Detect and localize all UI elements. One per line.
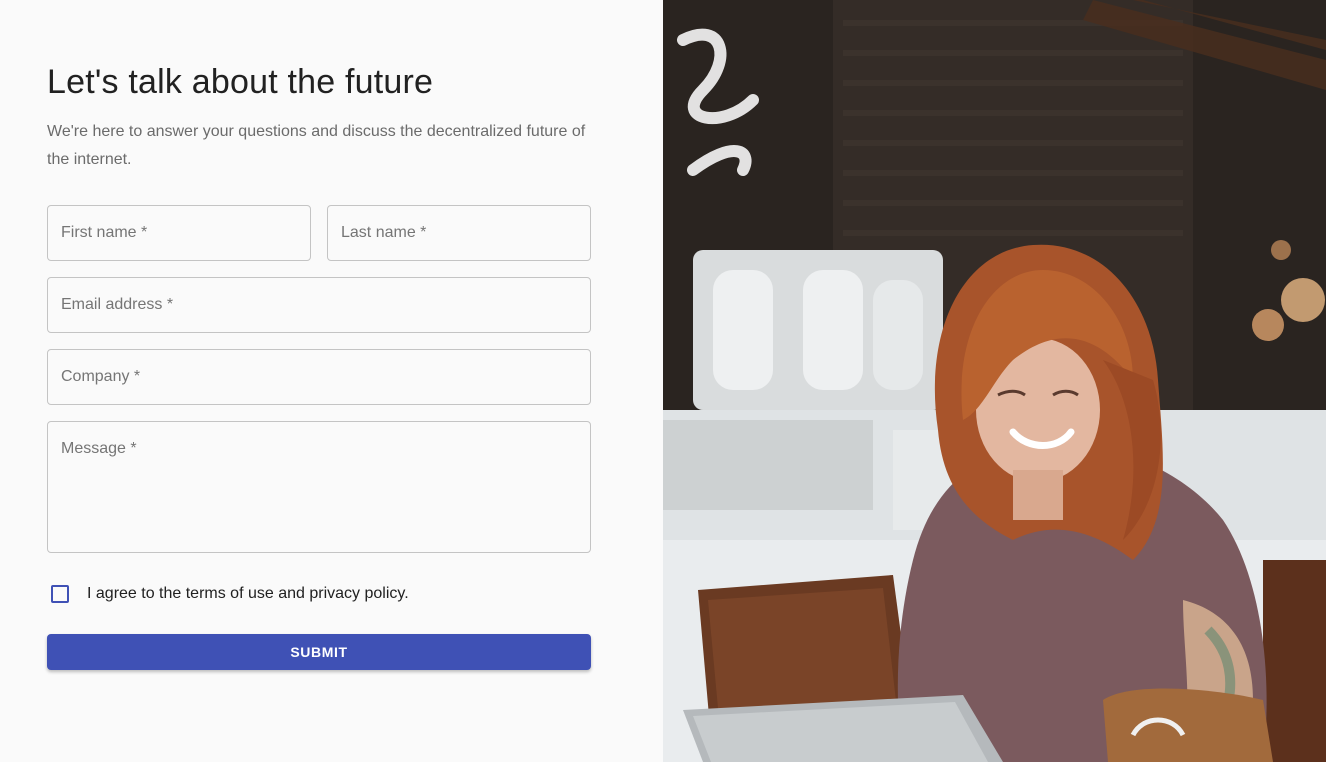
terms-label[interactable]: I agree to the terms of use and privacy … bbox=[87, 585, 409, 603]
name-row: First name * Last name * bbox=[47, 205, 591, 261]
email-label: Email address * bbox=[61, 296, 174, 313]
first-name-label: First name * bbox=[61, 224, 148, 241]
page-title: Let's talk about the future bbox=[47, 63, 434, 101]
message-field[interactable]: Message * bbox=[47, 421, 591, 553]
contact-form: Let's talk about the future We're here t… bbox=[47, 60, 591, 670]
terms-checkbox[interactable] bbox=[51, 585, 69, 603]
hero-photo-illustration bbox=[663, 0, 1326, 762]
contact-form-panel: Let's talk about the future We're here t… bbox=[0, 0, 663, 762]
message-row: Message * bbox=[47, 421, 591, 553]
first-name-field[interactable]: First name * bbox=[47, 205, 311, 261]
submit-button[interactable]: SUBMIT bbox=[47, 634, 591, 670]
company-field[interactable]: Company * bbox=[47, 349, 591, 405]
hero-image bbox=[663, 0, 1326, 762]
terms-agreement: I agree to the terms of use and privacy … bbox=[47, 584, 591, 604]
email-field[interactable]: Email address * bbox=[47, 277, 591, 333]
page-subtitle: We're here to answer your questions and … bbox=[47, 123, 586, 168]
message-label: Message * bbox=[61, 440, 137, 457]
company-row: Company * bbox=[47, 349, 591, 405]
contact-page: Let's talk about the future We're here t… bbox=[0, 0, 1326, 762]
email-row: Email address * bbox=[47, 277, 591, 333]
last-name-label: Last name * bbox=[341, 224, 427, 241]
last-name-field[interactable]: Last name * bbox=[327, 205, 591, 261]
company-label: Company * bbox=[61, 368, 141, 385]
